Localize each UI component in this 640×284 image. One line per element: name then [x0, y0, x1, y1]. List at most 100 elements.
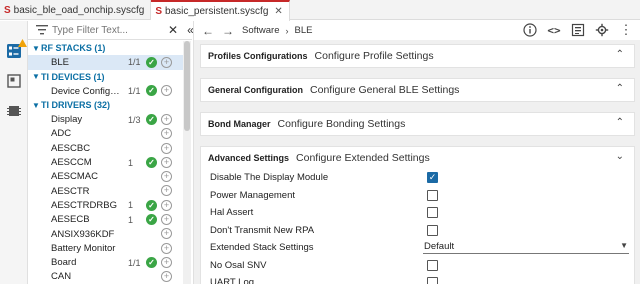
add-instance-icon[interactable]: +	[161, 113, 172, 125]
add-instance-icon[interactable]: +	[161, 271, 172, 283]
tree-item[interactable]: BLE 1/1 ✓ +	[28, 55, 183, 70]
panel-header[interactable]: Profiles Configurations Configure Profil…	[201, 45, 634, 67]
tree-item[interactable]: Display 1/3 ✓ +	[28, 112, 183, 126]
panel-title: Bond Manager	[208, 119, 271, 129]
filter-bar: ✕ «	[28, 21, 194, 40]
setting-label: Hal Assert	[210, 207, 254, 219]
setting-checkbox[interactable]	[427, 259, 438, 271]
add-instance-icon[interactable]: +	[161, 242, 172, 254]
editor-tab-bar: S basic_ble_oad_onchip.syscfg S basic_pe…	[0, 0, 640, 21]
tree-category[interactable]: ▼ TI DEVICES (1)	[28, 70, 183, 84]
tree-item[interactable]: ADC +	[28, 127, 183, 141]
panel-description: Configure Extended Settings	[296, 152, 430, 164]
tree-item[interactable]: AESCCM 1 ✓ +	[28, 155, 183, 169]
back-arrow-icon[interactable]: ←	[202, 24, 214, 38]
scrollbar-thumb[interactable]	[184, 41, 190, 131]
panel-title: Profiles Configurations	[208, 51, 308, 61]
setting-label: UART Log	[210, 277, 255, 284]
filter-input[interactable]	[52, 24, 160, 36]
tree-item[interactable]: AESCTRDRBG 1 ✓ +	[28, 198, 183, 212]
setting-checkbox[interactable]	[427, 277, 438, 284]
setting-label: No Osal SNV	[210, 259, 267, 271]
code-view-icon[interactable]: <>	[545, 22, 563, 38]
tree-item[interactable]: AESCBC +	[28, 141, 183, 155]
instance-count: 1	[128, 200, 134, 211]
tree-item[interactable]: Device Configur... 1/1 ✓ +	[28, 84, 183, 98]
panel-description: Configure Bonding Settings	[277, 118, 406, 130]
add-instance-icon[interactable]: +	[161, 85, 172, 97]
more-options-icon[interactable]: ⋮	[617, 22, 635, 38]
module-name: AESECB	[51, 214, 90, 226]
tree-item[interactable]: ANSIX936KDF +	[28, 227, 183, 241]
add-instance-icon[interactable]: +	[161, 228, 172, 240]
setting-checkbox[interactable]	[427, 207, 438, 218]
add-instance-icon[interactable]: +	[161, 156, 172, 168]
chevron-up-icon[interactable]: ⌃	[616, 83, 624, 94]
tab-basic-persistent[interactable]: S basic_persistent.syscfg ✕	[151, 0, 290, 21]
board-view-icon[interactable]	[6, 73, 22, 89]
tree-item[interactable]: Board 1/1 ✓ +	[28, 255, 183, 269]
caret-down-icon[interactable]: ▼	[31, 72, 41, 81]
setting-label: Don't Transmit New RPA	[210, 224, 315, 236]
tree-scrollbar[interactable]	[183, 41, 191, 284]
breadcrumb-separator-icon: ›	[285, 25, 289, 36]
check-icon: ✓	[146, 199, 157, 211]
activity-rail	[0, 21, 28, 284]
caret-down-icon[interactable]: ▼	[31, 44, 41, 53]
setting-label: Extended Stack Settings	[210, 242, 314, 254]
chip-view-icon[interactable]	[6, 103, 22, 119]
panel-description: Configure General BLE Settings	[310, 84, 460, 96]
tree-item[interactable]: AESCTR +	[28, 184, 183, 198]
setting-checkbox[interactable]	[427, 189, 438, 201]
panel-header[interactable]: General Configuration Configure General …	[201, 79, 634, 101]
tree-item[interactable]: CAN +	[28, 270, 183, 284]
chevron-down-icon[interactable]: ⌄	[616, 151, 624, 162]
configuration-content: Profiles Configurations Configure Profil…	[194, 40, 640, 284]
panel-bond-manager: Bond Manager Configure Bonding Settings …	[200, 112, 635, 136]
breadcrumb-software[interactable]: Software	[242, 25, 280, 36]
instance-count: 1	[128, 157, 134, 168]
extended-stack-settings-select[interactable]: Default ▼	[423, 241, 629, 254]
caret-down-icon[interactable]: ▼	[31, 101, 41, 110]
setting-row: Hal Assert	[201, 204, 634, 222]
add-instance-icon[interactable]: +	[161, 128, 172, 140]
add-instance-icon[interactable]: +	[161, 142, 172, 154]
chevron-up-icon[interactable]: ⌃	[616, 117, 624, 128]
close-tab-icon[interactable]: ✕	[274, 6, 282, 17]
add-instance-icon[interactable]: +	[161, 199, 172, 211]
forward-arrow-icon[interactable]: →	[222, 24, 234, 38]
check-icon: ✓	[146, 113, 157, 125]
chevron-up-icon[interactable]: ⌃	[616, 49, 624, 60]
panel-header[interactable]: Bond Manager Configure Bonding Settings …	[201, 113, 634, 135]
module-name: Battery Monitor	[51, 242, 116, 254]
clear-filter-icon[interactable]: ✕	[168, 23, 178, 37]
tab-basic-ble-oad-onchip[interactable]: S basic_ble_oad_onchip.syscfg	[0, 0, 152, 20]
settings-gear-icon[interactable]	[593, 22, 611, 38]
tree-item[interactable]: Battery Monitor +	[28, 241, 183, 255]
tree-category[interactable]: ▼ TI DRIVERS (32)	[28, 98, 183, 112]
module-name: ANSIX936KDF	[51, 228, 115, 240]
info-icon[interactable]	[521, 22, 539, 38]
panel-description: Configure Profile Settings	[314, 50, 434, 62]
add-instance-icon[interactable]: +	[161, 171, 172, 183]
add-instance-icon[interactable]: +	[161, 256, 172, 268]
setting-checkbox[interactable]	[427, 224, 438, 236]
panel-profiles-configurations: Profiles Configurations Configure Profil…	[200, 44, 635, 68]
module-name: Display	[51, 114, 83, 126]
setting-checkbox[interactable]: ✓	[427, 172, 438, 183]
panel-header[interactable]: Advanced Settings Configure Extended Set…	[201, 147, 634, 169]
dropdown-arrow-icon[interactable]: ▼	[620, 241, 628, 250]
module-name: Device Configur...	[51, 85, 123, 97]
tree-item[interactable]: AESCMAC +	[28, 170, 183, 184]
instance-count: 1/1	[128, 86, 141, 97]
generated-files-icon[interactable]	[569, 22, 587, 38]
select-value: Default	[424, 241, 455, 252]
tree-item[interactable]: AESECB 1 ✓ +	[28, 213, 183, 227]
add-instance-icon[interactable]: +	[161, 56, 172, 68]
instance-count: 1/1	[128, 257, 141, 268]
module-name: AESCTRDRBG	[51, 199, 117, 211]
add-instance-icon[interactable]: +	[161, 214, 172, 226]
tree-category[interactable]: ▼ RF STACKS (1)	[28, 41, 183, 55]
module-name: CAN	[51, 271, 72, 283]
add-instance-icon[interactable]: +	[161, 185, 172, 197]
